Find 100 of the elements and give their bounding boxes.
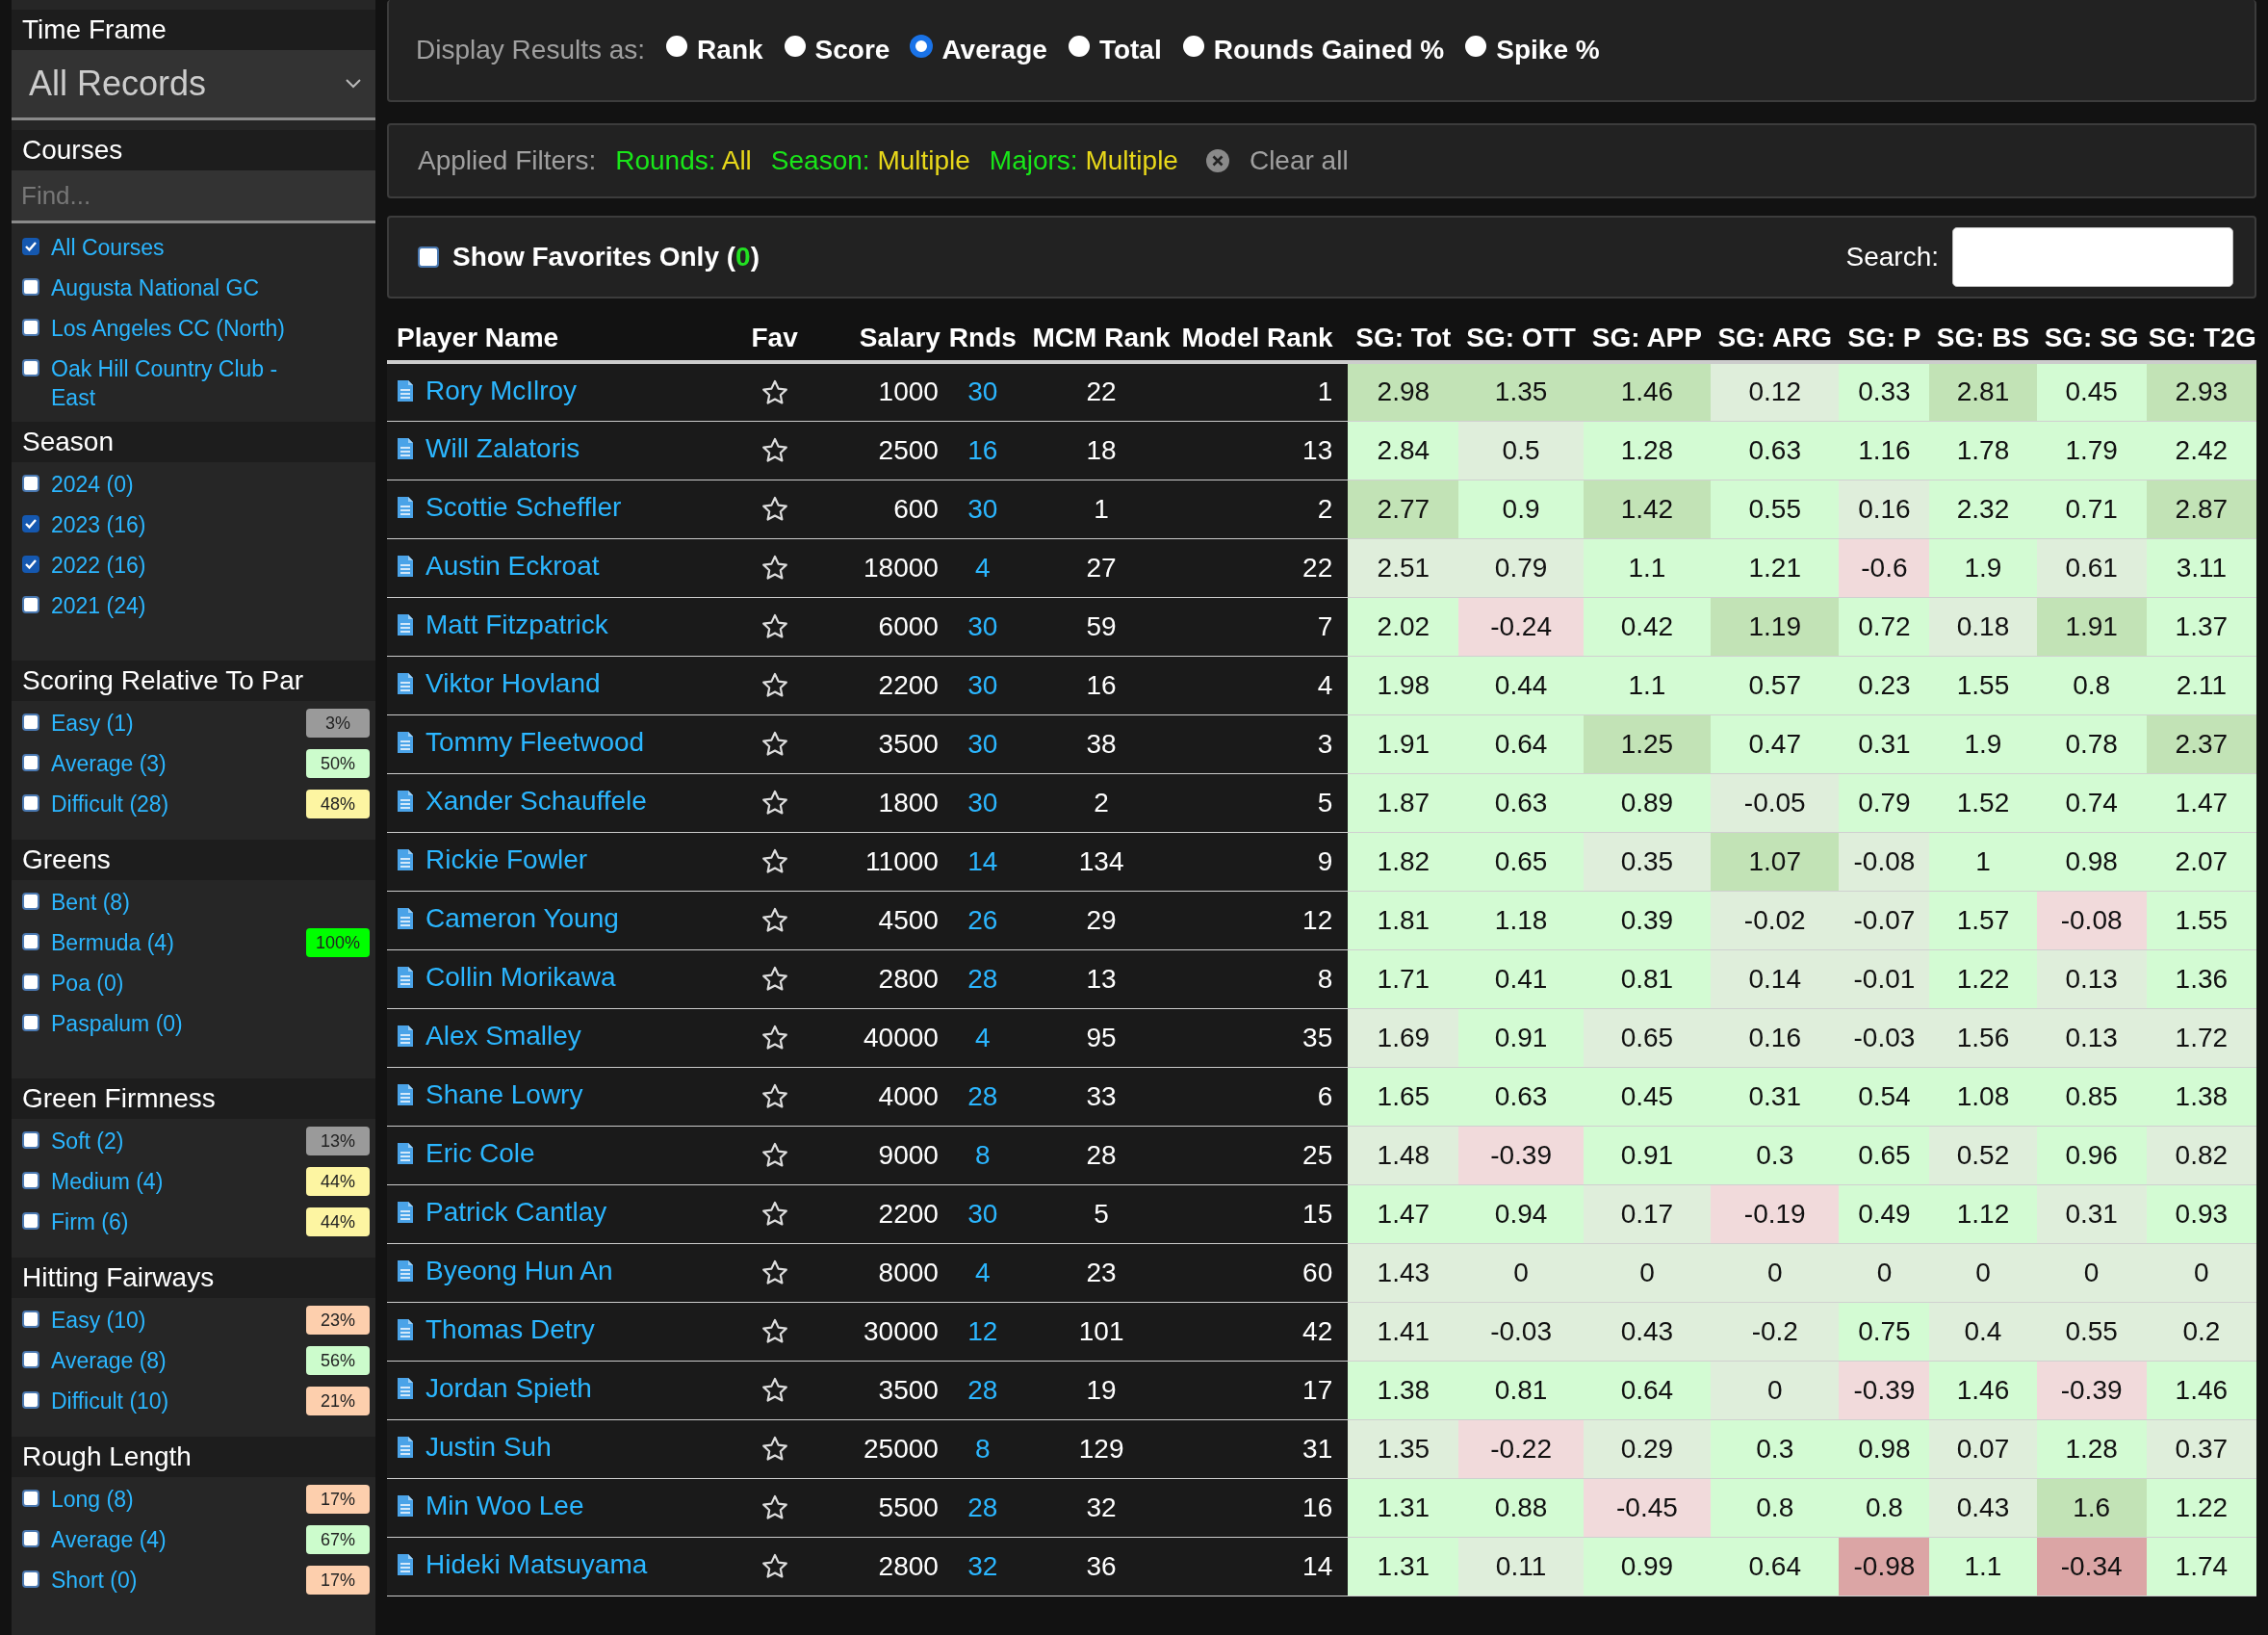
rounds-link[interactable]: 14 [941, 832, 1023, 891]
document-icon[interactable] [397, 1201, 414, 1224]
filter-option-link[interactable]: Los Angeles CC (North) [51, 314, 375, 343]
rounds-link[interactable]: 30 [941, 597, 1023, 656]
star-icon[interactable] [760, 555, 788, 581]
rounds-link[interactable]: 26 [941, 891, 1023, 949]
checkbox[interactable] [22, 1351, 39, 1368]
rounds-link[interactable]: 28 [941, 1478, 1023, 1537]
rounds-link[interactable]: 28 [941, 1067, 1023, 1126]
display-option[interactable]: Score [784, 35, 890, 65]
filter-option-link[interactable]: Poa (0) [51, 969, 375, 998]
star-icon[interactable] [760, 437, 788, 463]
filter-option-link[interactable]: Augusta National GC [51, 273, 375, 302]
rounds-link[interactable]: 28 [941, 949, 1023, 1008]
star-icon[interactable] [760, 1259, 788, 1285]
course-search-field[interactable]: Find... [12, 170, 375, 223]
player-link[interactable]: Justin Suh [425, 1432, 552, 1463]
filter-option-link[interactable]: Bent (8) [51, 888, 375, 917]
document-icon[interactable] [397, 1494, 414, 1518]
rounds-link[interactable]: 8 [941, 1126, 1023, 1184]
document-icon[interactable] [397, 555, 414, 578]
document-icon[interactable] [397, 1025, 414, 1048]
star-icon[interactable] [760, 790, 788, 816]
filter-option-link[interactable]: Firm (6) [51, 1207, 306, 1236]
rounds-link[interactable]: 30 [941, 362, 1023, 421]
star-icon[interactable] [760, 1142, 788, 1168]
checkbox[interactable] [22, 933, 39, 950]
document-icon[interactable] [397, 437, 414, 460]
filter-option-link[interactable]: 2021 (24) [51, 591, 375, 620]
document-icon[interactable] [397, 1142, 414, 1165]
display-option[interactable]: Spike % [1465, 35, 1600, 65]
rounds-link[interactable]: 4 [941, 1243, 1023, 1302]
filter-option-link[interactable]: Oak Hill Country Club - East [51, 354, 375, 412]
checkbox[interactable] [22, 1311, 39, 1328]
document-icon[interactable] [397, 1083, 414, 1106]
filter-option-link[interactable]: 2024 (0) [51, 470, 375, 499]
star-icon[interactable] [760, 731, 788, 757]
checkbox[interactable] [22, 278, 39, 296]
filter-option-link[interactable]: Easy (1) [51, 709, 306, 738]
display-option[interactable]: Average [911, 35, 1047, 65]
document-icon[interactable] [397, 848, 414, 871]
filter-option-link[interactable]: Bermuda (4) [51, 928, 306, 957]
star-icon[interactable] [760, 1201, 788, 1227]
rounds-link[interactable]: 4 [941, 538, 1023, 597]
checkbox[interactable] [22, 1131, 39, 1149]
checkbox[interactable] [22, 238, 39, 255]
checkbox[interactable] [22, 1391, 39, 1409]
filter-option-link[interactable]: Soft (2) [51, 1127, 306, 1155]
checkbox[interactable] [22, 1530, 39, 1547]
checkbox[interactable] [22, 973, 39, 991]
star-icon[interactable] [760, 1436, 788, 1462]
document-icon[interactable] [397, 1436, 414, 1459]
checkbox[interactable] [22, 556, 39, 573]
rounds-link[interactable]: 32 [941, 1537, 1023, 1596]
document-icon[interactable] [397, 672, 414, 695]
clear-all-link[interactable]: Clear all [1249, 145, 1349, 176]
rounds-link[interactable]: 30 [941, 656, 1023, 714]
checkbox[interactable] [22, 515, 39, 532]
document-icon[interactable] [397, 731, 414, 754]
star-icon[interactable] [760, 1553, 788, 1579]
filter-option-link[interactable]: Easy (10) [51, 1306, 306, 1335]
display-option[interactable]: Rounds Gained % [1182, 35, 1445, 65]
checkbox[interactable] [22, 794, 39, 812]
document-icon[interactable] [397, 1553, 414, 1576]
display-option[interactable]: Total [1068, 35, 1162, 65]
filter-option-link[interactable]: Difficult (10) [51, 1387, 306, 1415]
star-icon[interactable] [760, 1494, 788, 1520]
checkbox[interactable] [22, 475, 39, 492]
star-icon[interactable] [760, 1377, 788, 1403]
checkbox[interactable] [22, 319, 39, 336]
checkbox[interactable] [22, 1014, 39, 1031]
filter-option-link[interactable]: Paspalum (0) [51, 1009, 375, 1038]
checkbox[interactable] [22, 1172, 39, 1189]
document-icon[interactable] [397, 496, 414, 519]
rounds-link[interactable]: 30 [941, 1184, 1023, 1243]
star-icon[interactable] [760, 907, 788, 933]
checkbox[interactable] [22, 754, 39, 771]
checkbox[interactable] [22, 893, 39, 910]
filter-option-link[interactable]: Average (3) [51, 749, 306, 778]
time-frame-select[interactable]: All Records [12, 50, 375, 120]
star-icon[interactable] [760, 496, 788, 522]
star-icon[interactable] [760, 672, 788, 698]
player-link[interactable]: Eric Cole [425, 1138, 535, 1169]
document-icon[interactable] [397, 1259, 414, 1283]
rounds-link[interactable]: 16 [941, 421, 1023, 480]
document-icon[interactable] [397, 1318, 414, 1341]
rounds-link[interactable]: 12 [941, 1302, 1023, 1361]
checkbox[interactable] [22, 714, 39, 731]
rounds-link[interactable]: 30 [941, 480, 1023, 538]
checkbox[interactable] [22, 1570, 39, 1588]
search-field[interactable] [1952, 227, 2233, 287]
star-icon[interactable] [760, 966, 788, 992]
star-icon[interactable] [760, 1025, 788, 1051]
clear-icon[interactable] [1204, 148, 1230, 173]
star-icon[interactable] [760, 613, 788, 639]
filter-option-link[interactable]: 2023 (16) [51, 510, 375, 539]
rounds-link[interactable]: 30 [941, 714, 1023, 773]
rounds-link[interactable]: 8 [941, 1419, 1023, 1478]
document-icon[interactable] [397, 378, 414, 402]
filter-option-link[interactable]: Long (8) [51, 1485, 306, 1514]
